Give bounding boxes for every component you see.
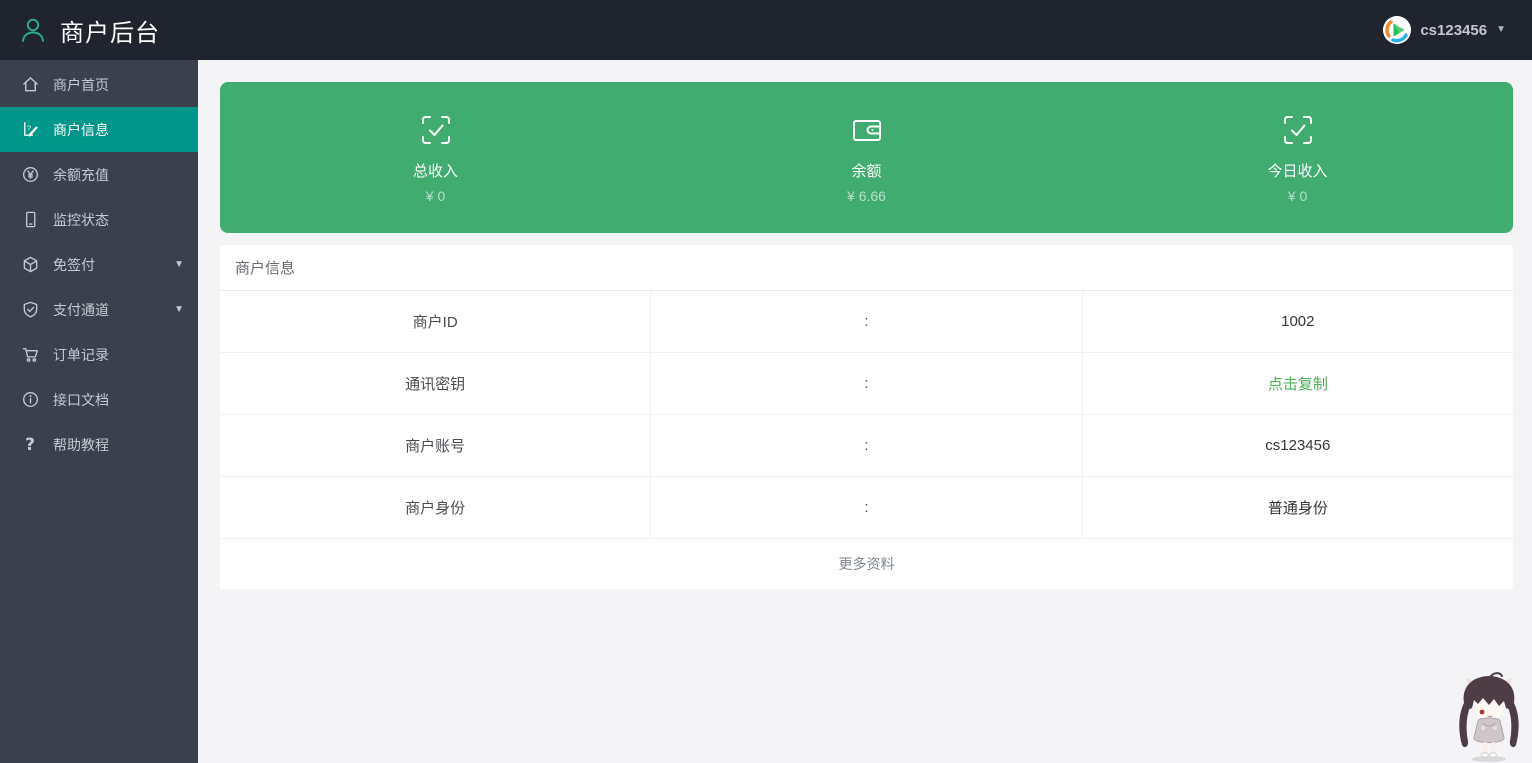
question-icon: ?	[20, 435, 40, 455]
sidebar-item-order-records[interactable]: 订单记录	[0, 332, 198, 377]
sidebar-item-label: 余额充值	[53, 165, 109, 185]
home-icon	[20, 75, 40, 95]
stats-banner: 总收入 ¥ 0 余额 ¥ 6.66	[220, 82, 1513, 233]
row-label: 商户身份	[220, 477, 650, 538]
merchant-logo-icon	[18, 15, 48, 45]
merchant-id-value: 1002	[1082, 291, 1513, 352]
sidebar-item-label: 商户首页	[53, 75, 109, 95]
stat-label: 余额	[851, 160, 881, 181]
stat-value: ¥ 6.66	[847, 188, 886, 204]
username-label: cs123456	[1420, 22, 1487, 39]
info-circle-icon	[20, 390, 40, 410]
sidebar-item-balance-recharge[interactable]: 余额充值	[0, 152, 198, 197]
main-content: 总收入 ¥ 0 余额 ¥ 6.66	[198, 60, 1532, 763]
chevron-down-icon: ▼	[174, 259, 184, 270]
topbar: 商户后台 cs123456 ▼	[0, 0, 1532, 60]
app-title: 商户后台	[60, 13, 160, 48]
merchant-account-value: cs123456	[1082, 415, 1513, 476]
table-row: 商户身份 : 普通身份	[220, 477, 1513, 539]
copy-secret-link[interactable]: 点击复制	[1082, 353, 1513, 414]
yen-circle-icon	[20, 165, 40, 185]
stat-balance: 余额 ¥ 6.66	[651, 82, 1082, 233]
table-row: 商户账号 : cs123456	[220, 415, 1513, 477]
table-row: 商户ID : 1002	[220, 291, 1513, 353]
sidebar-item-payment-channels[interactable]: 支付通道 ▼	[0, 287, 198, 332]
row-separator: :	[650, 415, 1081, 476]
sidebar-item-label: 订单记录	[53, 345, 109, 365]
row-separator: :	[650, 291, 1081, 352]
user-menu[interactable]: cs123456 ▼	[1383, 16, 1506, 44]
sidebar-item-label: 接口文档	[53, 390, 109, 410]
avatar[interactable]	[1383, 16, 1411, 44]
sidebar-item-label: 支付通道	[53, 300, 109, 320]
sidebar-item-merchant-home[interactable]: 商户首页	[0, 62, 198, 107]
scan-check-icon	[1280, 112, 1316, 148]
row-label: 商户ID	[220, 291, 650, 352]
shield-check-icon	[20, 300, 40, 320]
card-title: 商户信息	[220, 245, 1513, 291]
table-row: 通讯密钥 : 点击复制	[220, 353, 1513, 415]
sidebar: 商户首页 ? 商户信息 余额充值	[0, 60, 198, 763]
cube-icon	[20, 255, 40, 275]
row-label: 商户账号	[220, 415, 650, 476]
sidebar-item-label: 帮助教程	[53, 435, 109, 455]
sidebar-item-help-tutorial[interactable]: ? 帮助教程	[0, 422, 198, 467]
merchant-info-card: 商户信息 商户ID : 1002 通讯密钥 : 点击复制 商户账号 : cs12…	[220, 245, 1513, 589]
sidebar-item-label: 免签付	[53, 255, 95, 275]
stat-label: 总收入	[413, 160, 458, 181]
wallet-icon	[849, 112, 885, 148]
chevron-down-icon: ▼	[174, 304, 184, 315]
stat-label: 今日收入	[1267, 160, 1327, 181]
row-separator: :	[650, 477, 1081, 538]
smartphone-icon	[20, 210, 40, 230]
sidebar-item-merchant-info[interactable]: ? 商户信息	[0, 107, 198, 152]
stat-total-income: 总收入 ¥ 0	[220, 82, 651, 233]
cart-icon	[20, 345, 40, 365]
sidebar-item-label: 监控状态	[53, 210, 109, 230]
sidebar-item-api-docs[interactable]: 接口文档	[0, 377, 198, 422]
row-separator: :	[650, 353, 1081, 414]
stat-value: ¥ 0	[426, 188, 445, 204]
row-label: 通讯密钥	[220, 353, 650, 414]
merchant-identity-value: 普通身份	[1082, 477, 1513, 538]
sidebar-item-monitor-status[interactable]: 监控状态	[0, 197, 198, 242]
brand: 商户后台	[18, 13, 160, 48]
chevron-down-icon: ▼	[1496, 25, 1506, 35]
stat-value: ¥ 0	[1288, 188, 1307, 204]
scan-check-icon	[418, 112, 454, 148]
merchant-info-edit-icon: ?	[20, 120, 40, 140]
more-info-link[interactable]: 更多资料	[220, 539, 1513, 589]
stat-today-income: 今日收入 ¥ 0	[1082, 82, 1513, 233]
mascot-image	[1450, 671, 1528, 763]
sidebar-item-no-sign-pay[interactable]: 免签付 ▼	[0, 242, 198, 287]
sidebar-item-label: 商户信息	[53, 120, 109, 140]
svg-text:?: ?	[26, 123, 30, 132]
